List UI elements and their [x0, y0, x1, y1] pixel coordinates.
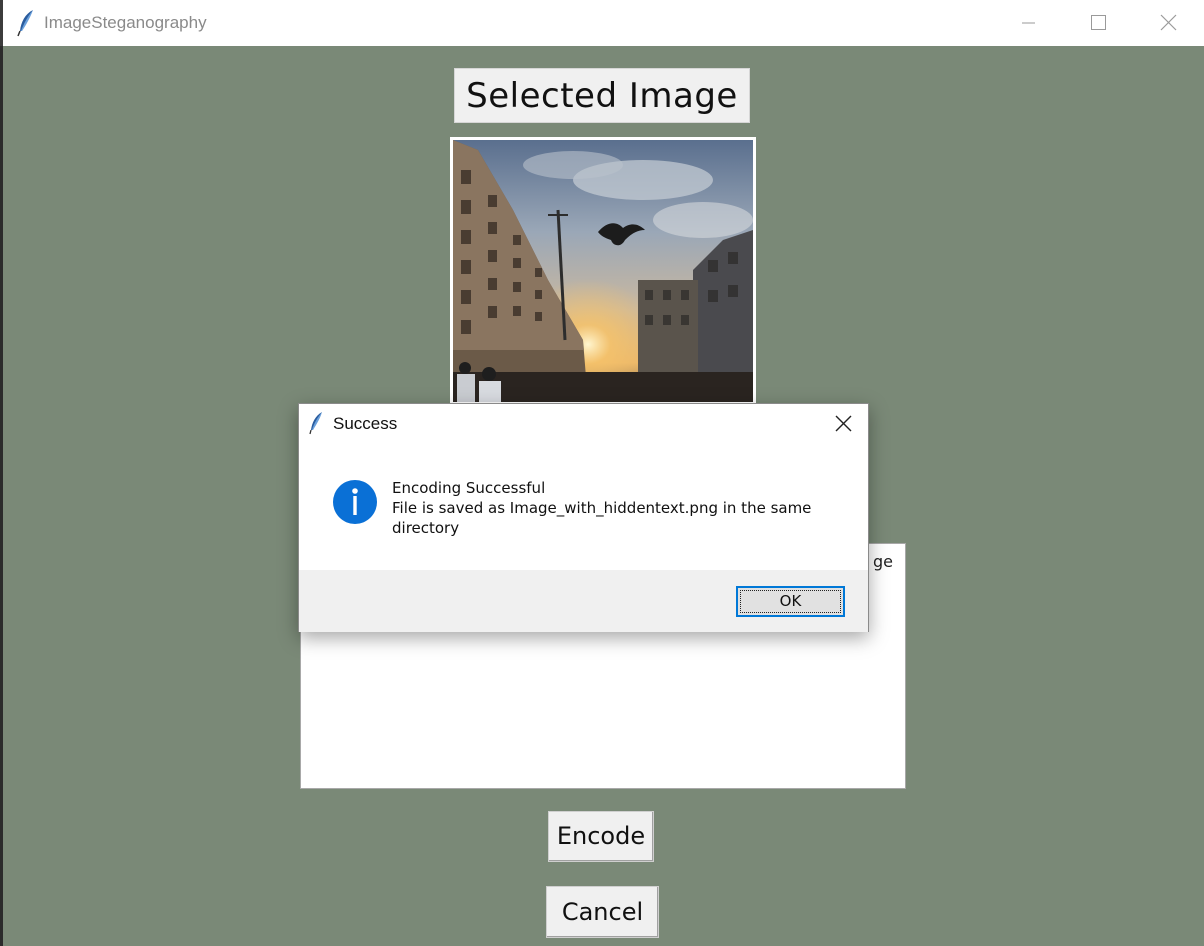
dialog-title-bar: Success [299, 404, 868, 442]
selected-image-heading: Selected Image [454, 68, 750, 123]
dialog-close-button[interactable] [823, 408, 863, 438]
message-line-3: directory [392, 519, 460, 537]
encode-button[interactable]: Encode [548, 811, 654, 862]
feather-icon [309, 412, 322, 435]
close-button[interactable] [1133, 0, 1203, 46]
ok-label: OK [779, 592, 802, 610]
window-title: ImageSteganography [44, 13, 207, 32]
dialog-footer: OK [299, 570, 868, 632]
image-preview-frame [450, 137, 756, 405]
maximize-button[interactable] [1063, 0, 1133, 46]
feather-icon [17, 10, 33, 37]
selected-image-photo [453, 140, 753, 402]
message-line-1: Encoding Successful [392, 479, 546, 497]
success-dialog: Success Encoding Successful File is save… [298, 403, 869, 632]
close-icon [1160, 14, 1177, 31]
message-line-2: File is saved as Image_with_hiddentext.p… [392, 499, 812, 517]
minimize-icon [1022, 22, 1035, 24]
dialog-message: Encoding Successful File is saved as Ima… [392, 478, 852, 538]
maximize-icon [1091, 15, 1106, 30]
title-bar: ImageSteganography [3, 0, 1204, 46]
info-icon [333, 480, 377, 524]
close-icon [835, 415, 852, 432]
dialog-title: Success [333, 414, 398, 433]
ok-button[interactable]: OK [736, 586, 845, 617]
cancel-button[interactable]: Cancel [546, 886, 659, 938]
minimize-button[interactable] [993, 0, 1063, 46]
text-area-visible-fragment: ge [873, 552, 893, 571]
heading-label: Selected Image [466, 76, 738, 116]
